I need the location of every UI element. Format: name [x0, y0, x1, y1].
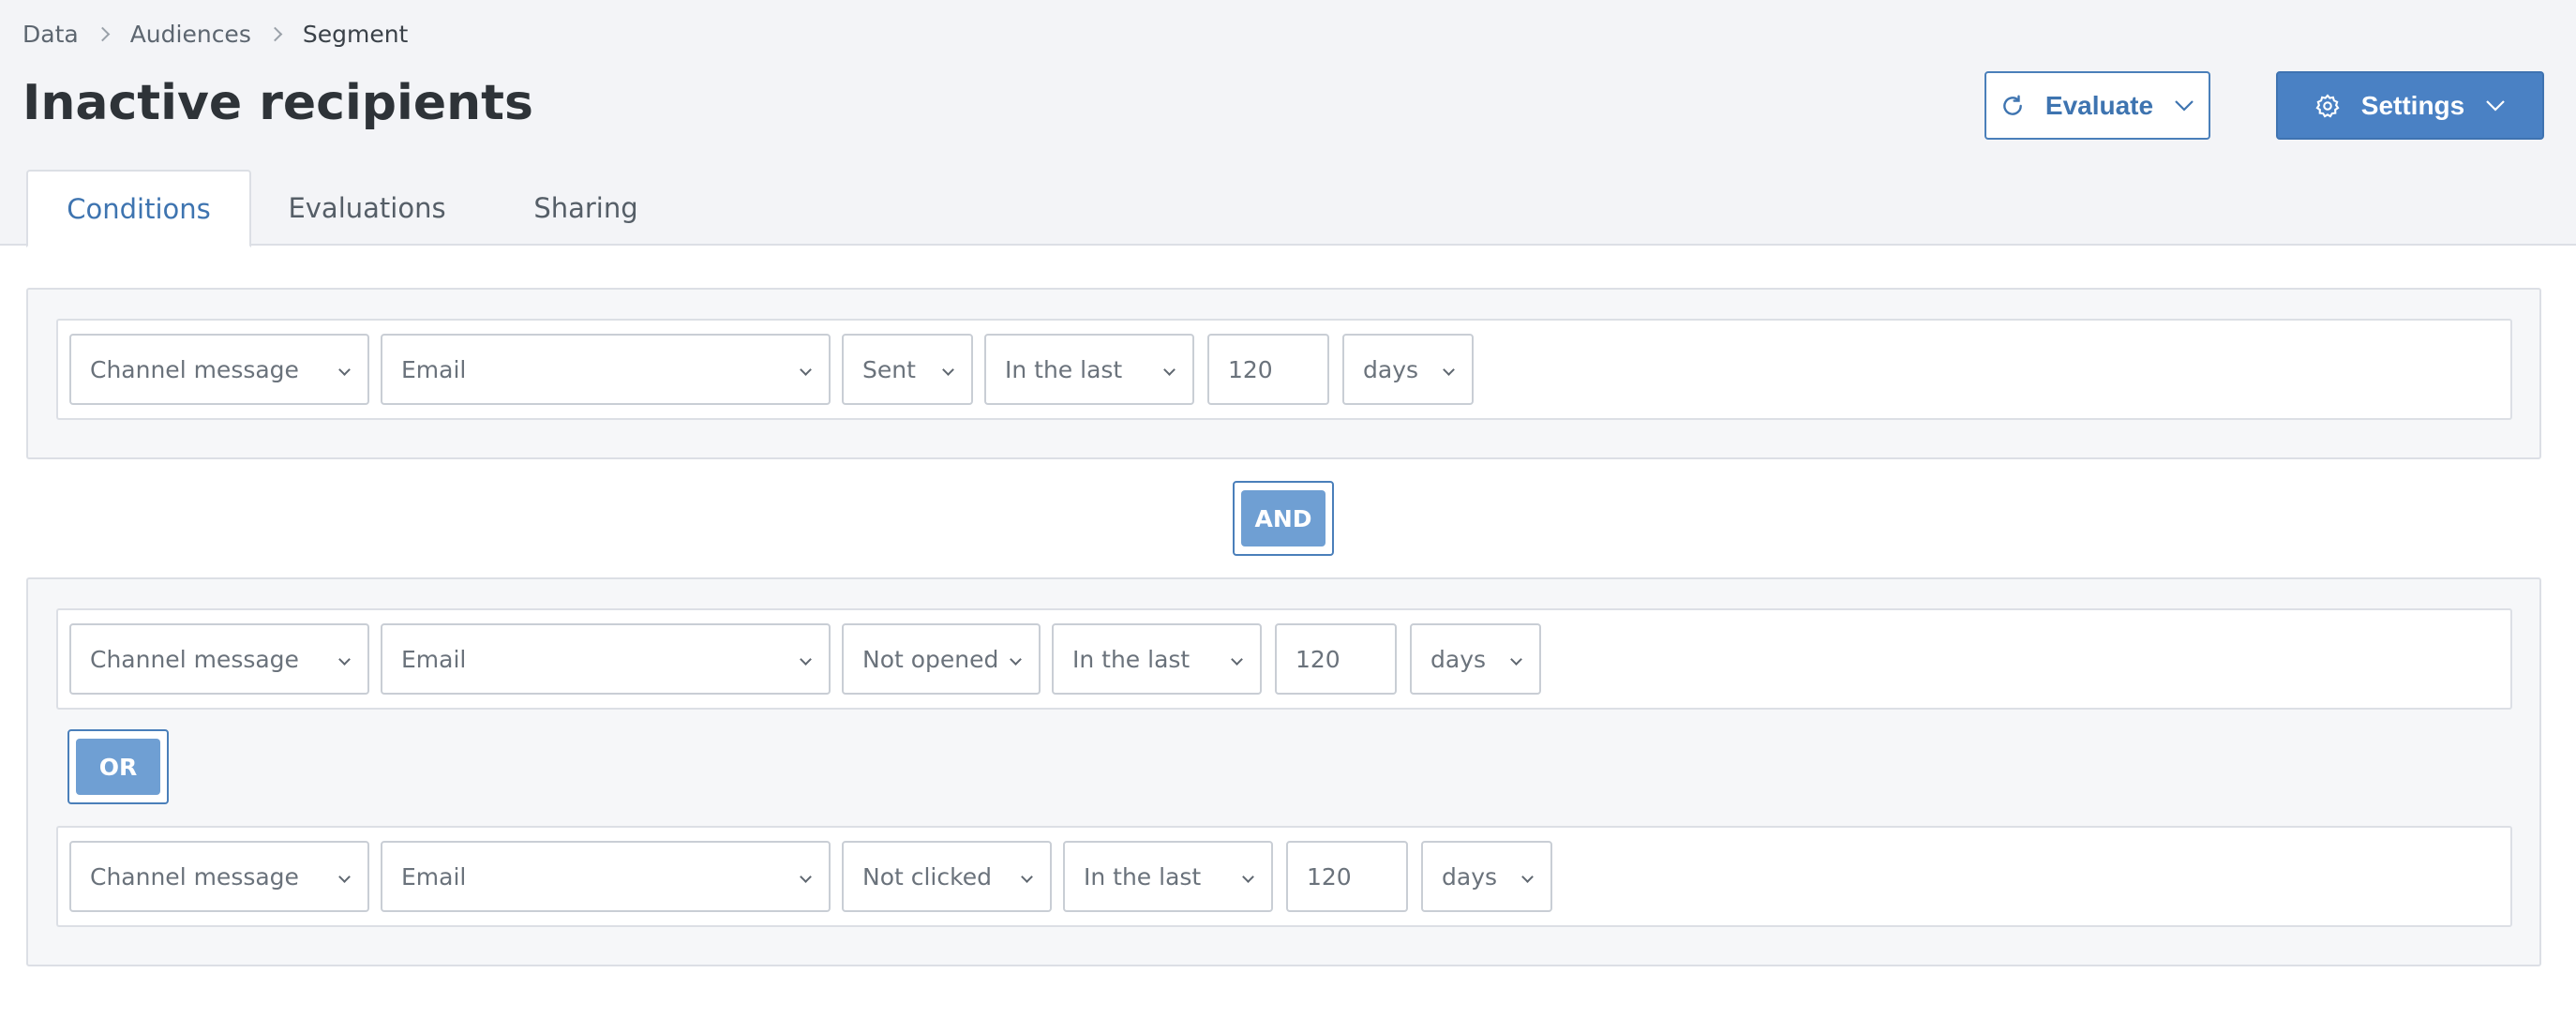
breadcrumb-audiences[interactable]: Audiences	[130, 21, 251, 48]
and-toggle[interactable]: AND	[1233, 481, 1334, 556]
channel-select[interactable]: Email	[381, 841, 831, 912]
refresh-icon	[2000, 94, 2025, 118]
tab-bar: Conditions Evaluations Sharing	[26, 170, 689, 247]
or-button: OR	[76, 739, 160, 795]
gear-icon	[2314, 93, 2341, 119]
evaluate-button[interactable]: Evaluate	[1984, 71, 2210, 140]
source-select-value: Channel message	[90, 645, 299, 673]
event-select[interactable]: Not clicked	[842, 841, 1052, 912]
condition-group: Channel message Email Sent In the last 1…	[26, 288, 2541, 459]
chevron-right-icon	[267, 26, 283, 42]
settings-label: Settings	[2360, 90, 2465, 120]
settings-button[interactable]: Settings	[2276, 71, 2544, 140]
event-select-value: Sent	[862, 355, 916, 383]
or-toggle[interactable]: OR	[67, 729, 169, 804]
page-header: Data Audiences Segment Inactive recipien…	[0, 0, 2576, 247]
operator-select[interactable]: In the last	[1063, 841, 1273, 912]
value-input[interactable]: 120	[1275, 623, 1397, 695]
source-select-value: Channel message	[90, 355, 299, 383]
chevron-down-icon	[1242, 871, 1254, 883]
value-input-text: 120	[1307, 862, 1352, 891]
value-input-text: 120	[1295, 645, 1340, 673]
tab-evaluations[interactable]: Evaluations	[251, 170, 483, 246]
source-select[interactable]: Channel message	[69, 334, 369, 405]
source-select-value: Channel message	[90, 862, 299, 891]
page-title: Inactive recipients	[22, 75, 533, 131]
operator-select-value: In the last	[1005, 355, 1123, 383]
breadcrumb-segment: Segment	[302, 21, 409, 48]
value-input-text: 120	[1228, 355, 1273, 383]
chevron-down-icon	[800, 364, 812, 376]
chevron-down-icon	[800, 871, 812, 883]
chevron-down-icon	[1521, 871, 1534, 883]
channel-select[interactable]: Email	[381, 623, 831, 695]
source-select[interactable]: Channel message	[69, 623, 369, 695]
unit-select[interactable]: days	[1342, 334, 1474, 405]
operator-select-value: In the last	[1072, 645, 1191, 673]
tab-sharing[interactable]: Sharing	[483, 170, 689, 246]
condition-group: Channel message Email Not opened In the …	[26, 577, 2541, 966]
condition-row: Channel message Email Sent In the last 1…	[56, 319, 2512, 420]
chevron-down-icon	[2174, 99, 2194, 112]
chevron-down-icon	[1510, 653, 1522, 666]
breadcrumb: Data Audiences Segment	[22, 21, 408, 48]
chevron-down-icon	[1443, 364, 1455, 376]
event-select-value: Not clicked	[862, 862, 992, 891]
chevron-down-icon	[942, 364, 954, 376]
chevron-right-icon	[95, 26, 110, 42]
chevron-down-icon	[1163, 364, 1176, 376]
channel-select[interactable]: Email	[381, 334, 831, 405]
value-input[interactable]: 120	[1286, 841, 1408, 912]
event-select-value: Not opened	[862, 645, 999, 673]
chevron-down-icon	[1021, 871, 1033, 883]
unit-select-value: days	[1363, 355, 1419, 383]
unit-select-value: days	[1442, 862, 1498, 891]
source-select[interactable]: Channel message	[69, 841, 369, 912]
operator-select[interactable]: In the last	[984, 334, 1194, 405]
operator-select[interactable]: In the last	[1052, 623, 1262, 695]
value-input[interactable]: 120	[1207, 334, 1329, 405]
chevron-down-icon	[2485, 99, 2506, 112]
segment-editor: Data Audiences Segment Inactive recipien…	[0, 0, 2576, 1018]
chevron-down-icon	[338, 364, 351, 376]
chevron-down-icon	[338, 653, 351, 666]
and-button: AND	[1241, 490, 1325, 546]
condition-row: Channel message Email Not clicked In the…	[56, 826, 2512, 927]
channel-select-value: Email	[401, 862, 467, 891]
tab-conditions[interactable]: Conditions	[26, 170, 251, 247]
condition-row: Channel message Email Not opened In the …	[56, 608, 2512, 710]
operator-select-value: In the last	[1084, 862, 1202, 891]
channel-select-value: Email	[401, 645, 467, 673]
unit-select-value: days	[1430, 645, 1487, 673]
unit-select[interactable]: days	[1410, 623, 1541, 695]
chevron-down-icon	[338, 871, 351, 883]
unit-select[interactable]: days	[1421, 841, 1552, 912]
chevron-down-icon	[800, 653, 812, 666]
channel-select-value: Email	[401, 355, 467, 383]
chevron-down-icon	[1010, 653, 1022, 666]
event-select[interactable]: Not opened	[842, 623, 1041, 695]
evaluate-label: Evaluate	[2044, 90, 2154, 120]
event-select[interactable]: Sent	[842, 334, 973, 405]
chevron-down-icon	[1231, 653, 1243, 666]
breadcrumb-data[interactable]: Data	[22, 21, 79, 48]
